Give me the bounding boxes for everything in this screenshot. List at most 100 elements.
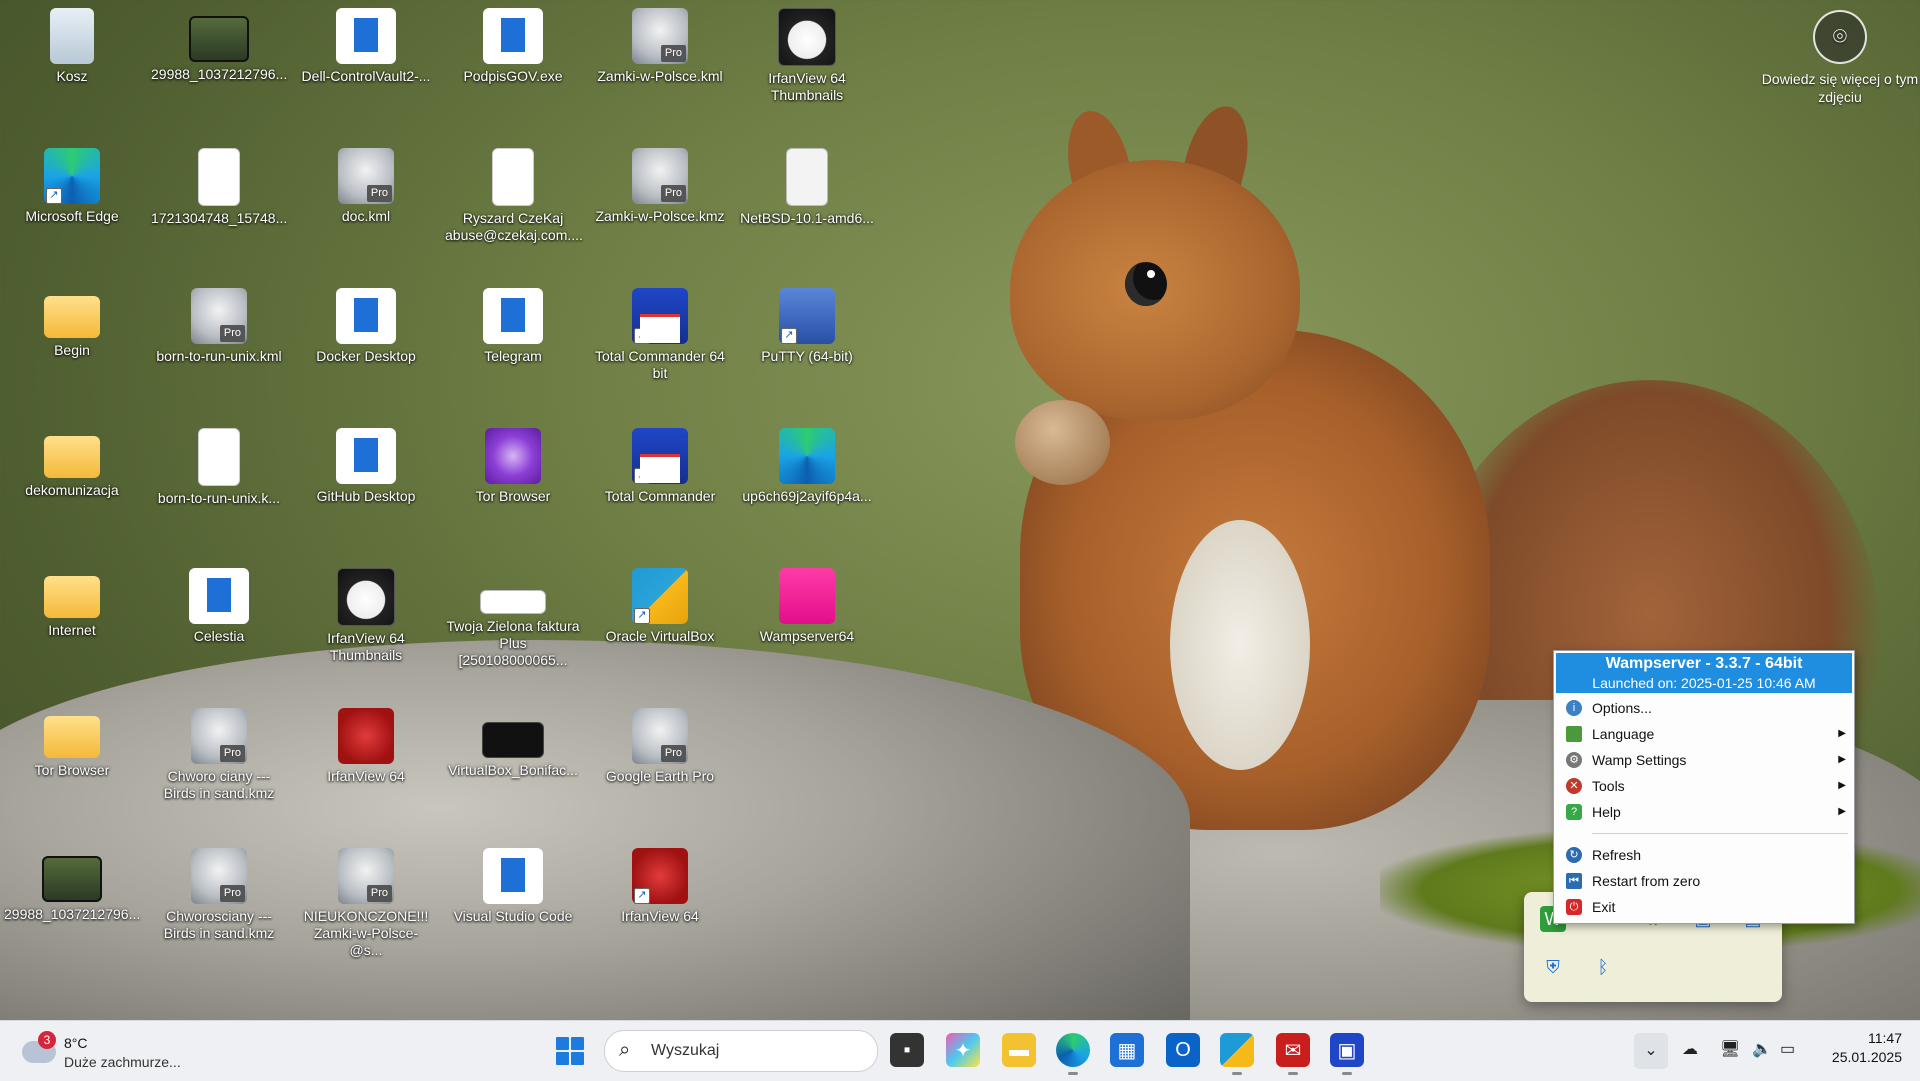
desktop-icon-zamki-kmz[interactable]: Zamki-w-Polsce.kmz [590,142,730,225]
security-shield-icon[interactable]: ⛨ [1540,954,1566,980]
virtualbox-taskbar-button[interactable] [1220,1033,1254,1075]
menu-item-language[interactable]: Language ▶ [1554,721,1854,747]
copilot-icon: ✦ [954,1039,972,1062]
desktop-icon-zamki-kml[interactable]: Zamki-w-Polsce.kml [590,2,730,85]
desktop-icon-label: born-to-run-unix.k... [157,490,281,506]
desktop-icon-label: Oracle VirtualBox [605,628,715,644]
desktop-icon-photo-2[interactable]: 29988_1037212796... [2,842,142,923]
desktop-icon-dell-controlvault[interactable]: Dell-ControlVault2-... [296,2,436,85]
desktop-icon-up6ch[interactable]: up6ch69j2ayif6p4a... [737,422,877,505]
menu-item-exit[interactable]: ⏻ Exit [1554,894,1854,920]
document-icon [492,148,534,206]
google-earth-icon [632,708,688,764]
desktop-icon-begin[interactable]: Begin [2,282,142,359]
task-view-button[interactable]: ▪ [890,1033,924,1067]
google-earth-icon [338,148,394,204]
store-button[interactable]: ▦ [1110,1033,1144,1067]
desktop-icon-file[interactable]: 1721304748_15748... [149,142,289,227]
desktop-icon-doc-kml[interactable]: doc.kml [296,142,436,225]
desktop-icon-total-commander-64[interactable]: ↗ Total Commander 64 bit [590,282,730,382]
tor-browser-icon [485,428,541,484]
bluetooth-icon[interactable]: ᛒ [1590,954,1616,980]
desktop-icon-docker[interactable]: Docker Desktop [296,282,436,365]
desktop-icon-dekomunizacja[interactable]: dekomunizacja [2,422,142,499]
irfanview-icon: ↗ [632,848,688,904]
taskbar-clock[interactable]: 11:47 25.01.2025 [1800,1029,1902,1067]
desktop-icon-chworosciany[interactable]: Chworosciany --- Birds in sand.kmz [149,842,289,942]
desktop-icon-github-desktop[interactable]: GitHub Desktop [296,422,436,505]
desktop-icon-label: NIEUKONCZONE!!! Zamki-w-Polsce-@s... [303,908,429,958]
desktop-icon-label: NetBSD-10.1-amd6... [740,210,874,226]
weather-condition: Duże zachmurze... [64,1054,181,1070]
desktop-icon-irfanview-thumbnails[interactable]: IrfanView 64 Thumbnails [737,2,877,104]
total-commander-taskbar-button[interactable]: ▣ [1330,1033,1364,1075]
desktop-icon-tor-browser-folder[interactable]: Tor Browser [2,702,142,779]
desktop-icon-putty[interactable]: ↗ PuTTY (64-bit) [737,282,877,365]
taskbar-search-box[interactable]: ⌕ Wyszukaj [604,1030,878,1072]
menu-item-restart-from-zero[interactable]: ⏮ Restart from zero [1554,868,1854,894]
desktop-icon-total-commander[interactable]: ↗ Total Commander [590,422,730,505]
power-icon: ⏻ [1566,899,1582,915]
desktop-icon-born-to-run-k[interactable]: born-to-run-unix.k... [149,422,289,507]
desktop-icon-google-earth-pro[interactable]: Google Earth Pro [590,702,730,785]
desktop-icon-ryszard[interactable]: Ryszard CzeKaj abuse@czekaj.com.... [443,142,583,244]
spotlight-info-button[interactable]: ⌾ Dowiedz się więcej o tym zdjęciu [1760,10,1920,106]
desktop-icon-internet[interactable]: Internet [2,562,142,639]
desktop-icon-virtualbox-bonifac[interactable]: VirtualBox_Bonifac... [443,702,583,779]
network-icon[interactable]: 🖥 [1720,1039,1740,1059]
menu-item-label: Help [1592,804,1621,820]
desktop-icon-label: GitHub Desktop [316,488,416,504]
outlook-button[interactable]: O [1166,1033,1200,1067]
edge-taskbar-button[interactable] [1056,1033,1090,1075]
desktop-icon-label: Telegram [484,348,542,364]
show-hidden-icons-button[interactable]: ⌄ [1634,1033,1668,1069]
camera-icon: ⌾ [1813,10,1867,64]
battery-icon[interactable]: ▭ [1780,1039,1795,1059]
menu-item-help[interactable]: ? Help ▶ [1554,799,1854,825]
file-icon [336,8,396,64]
desktop-icon-chworo-ciany[interactable]: Chworo ciany --- Birds in sand.kmz [149,702,289,802]
desktop-icon-microsoft-edge[interactable]: ↗ Microsoft Edge [2,142,142,225]
desktop-icon-label: Visual Studio Code [453,908,573,924]
desktop-icon-label: born-to-run-unix.kml [156,348,282,364]
desktop-icon-irfanview-64[interactable]: IrfanView 64 [296,702,436,785]
wamp-menu-header: Wampserver - 3.3.7 - 64bit Launched on: … [1556,653,1852,693]
desktop-icon-label: Celestia [193,628,245,644]
file-icon [483,288,543,344]
submenu-arrow-icon: ▶ [1838,754,1846,765]
desktop-icon-irfanview-64-2[interactable]: ↗ IrfanView 64 [590,842,730,925]
desktop-icon-telegram[interactable]: Telegram [443,282,583,365]
weather-widget[interactable]: 3 8°C Duże zachmurze... [22,1027,212,1075]
irfanview-taskbar-button[interactable]: ✉ [1276,1033,1310,1075]
desktop-icon-netbsd[interactable]: NetBSD-10.1-amd6... [737,142,877,227]
desktop-icon-label: IrfanView 64 Thumbnails [327,630,405,663]
desktop-icon-celestia[interactable]: Celestia [149,562,289,645]
desktop-icon-vscode[interactable]: Visual Studio Code [443,842,583,925]
menu-item-label: Exit [1592,899,1616,915]
desktop-icon-tor-browser[interactable]: Tor Browser [443,422,583,505]
menu-item-tools[interactable]: ✕ Tools ▶ [1554,773,1854,799]
windows-logo-quadrant [556,1052,569,1065]
file-icon [483,848,543,904]
start-button[interactable] [556,1037,584,1065]
onedrive-icon[interactable]: ☁ [1682,1039,1698,1059]
menu-item-options[interactable]: i Options... [1554,695,1854,721]
desktop-icon-photo[interactable]: 29988_1037212796... [149,2,289,83]
recycle-bin-icon [50,8,94,64]
menu-item-label: Restart from zero [1592,873,1701,889]
desktop-icon-zielona-faktura[interactable]: Twoja Zielona faktura Plus [250108000065… [443,562,583,669]
menu-item-refresh[interactable]: ↻ Refresh [1554,842,1854,868]
desktop-icon-nieukonczone[interactable]: NIEUKONCZONE!!! Zamki-w-Polsce-@s... [296,842,436,959]
desktop-icon-label: Total Commander 64 bit [595,348,725,381]
copilot-button[interactable]: ✦ [946,1033,980,1067]
desktop-icon-label: IrfanView 64 [621,908,699,924]
volume-icon[interactable]: 🔈 [1752,1039,1772,1059]
desktop-icon-virtualbox[interactable]: ↗ Oracle VirtualBox [590,562,730,645]
desktop-icon-podpisgov[interactable]: PodpisGOV.exe [443,2,583,85]
desktop-icon-recycle-bin[interactable]: Kosz [2,2,142,85]
desktop-icon-irfanview-thumbnails-2[interactable]: IrfanView 64 Thumbnails [296,562,436,664]
desktop-icon-wampserver64[interactable]: Wampserver64 [737,562,877,645]
file-explorer-button[interactable]: ▬ [1002,1033,1036,1067]
desktop-icon-born-to-run-kml[interactable]: born-to-run-unix.kml [149,282,289,365]
menu-item-wamp-settings[interactable]: ⚙ Wamp Settings ▶ [1554,747,1854,773]
